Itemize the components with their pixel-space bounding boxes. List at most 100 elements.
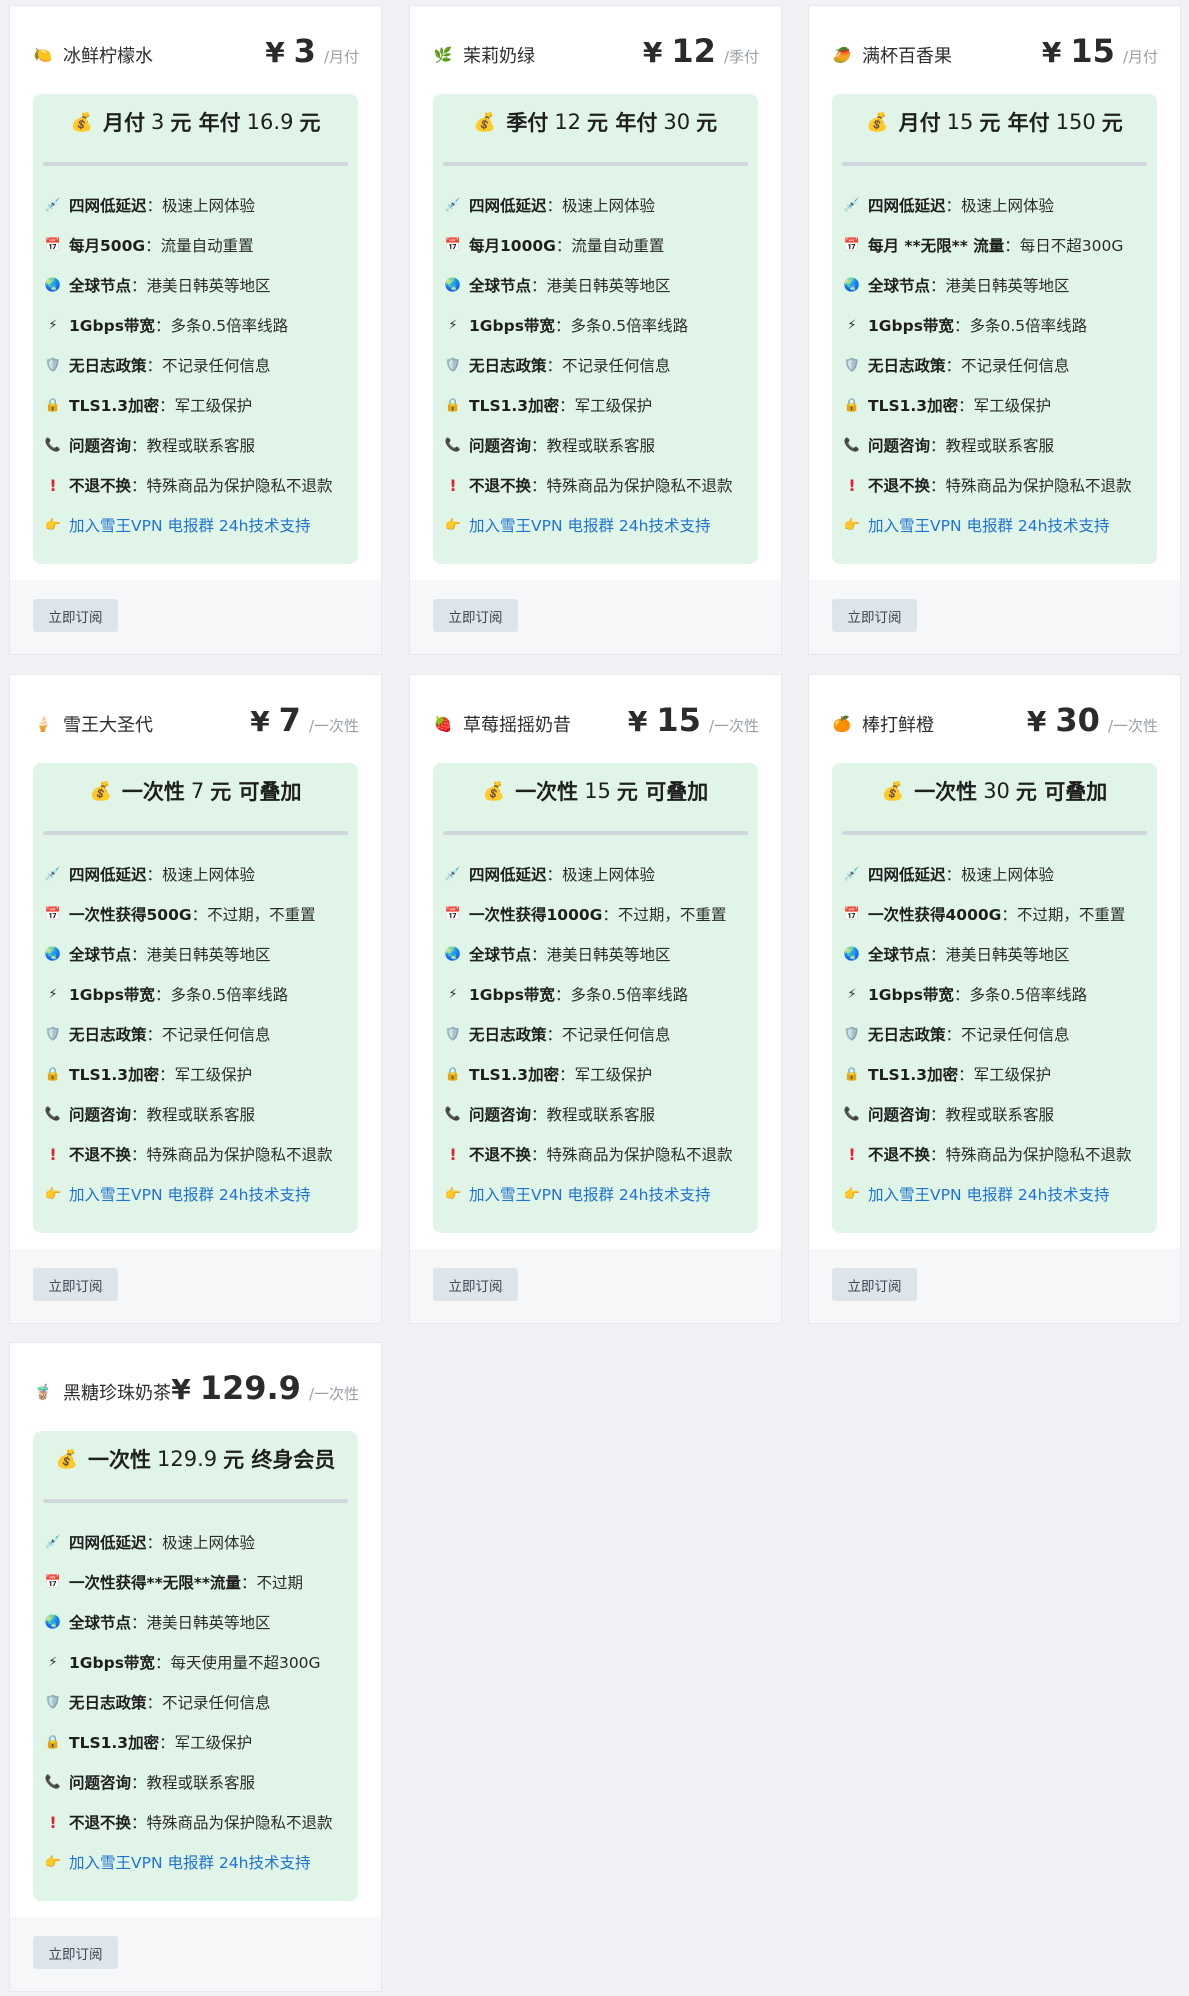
- feature-label: TLS1.3加密: [69, 397, 160, 415]
- feature-separator: ：: [945, 1026, 962, 1044]
- feature-text: 不过期，不重置: [207, 906, 316, 924]
- money-bag-icon: 💰: [89, 780, 112, 802]
- plan-footer: 立即订阅: [809, 580, 1180, 654]
- telegram-link-item[interactable]: 👉 加入雪王VPN 电报群 24h技术支持: [443, 1174, 758, 1214]
- subscribe-button[interactable]: 立即订阅: [33, 599, 118, 632]
- summary-amount: 129.9: [156, 1447, 218, 1471]
- feature-item: 📅 每月 **无限** 流量：每日不超300G: [842, 225, 1157, 265]
- telegram-link-item[interactable]: 👉 加入雪王VPN 电报群 24h技术支持: [43, 1842, 358, 1882]
- price-amount: 15: [656, 701, 701, 739]
- feature-separator: ：: [945, 357, 962, 375]
- lock-icon: 🔒: [44, 1734, 62, 1750]
- feature-label: 全球节点: [469, 946, 532, 964]
- feature-separator: ：: [930, 477, 946, 495]
- feature-text: 港美日韩英等地区: [546, 277, 671, 295]
- telegram-link-item[interactable]: 👉 加入雪王VPN 电报群 24h技术支持: [443, 505, 758, 545]
- feature-item: 📅 每月1000G：流量自动重置: [443, 225, 758, 265]
- price-period: /一次性: [708, 717, 759, 735]
- subscribe-button[interactable]: 立即订阅: [832, 599, 917, 632]
- subscribe-button[interactable]: 立即订阅: [433, 1268, 518, 1301]
- subscribe-button[interactable]: 立即订阅: [433, 599, 518, 632]
- money-bag-icon: 💰: [881, 780, 905, 802]
- telegram-link-item[interactable]: 👉 加入雪王VPN 电报群 24h技术支持: [842, 505, 1157, 545]
- subscribe-button[interactable]: 立即订阅: [832, 1268, 917, 1301]
- feature-label: 每月 **无限** 流量: [868, 237, 1005, 255]
- plan-name: 🍋 冰鲜柠檬水: [33, 42, 153, 68]
- feature-separator: ：: [930, 437, 946, 455]
- globe-icon: 🌏: [444, 277, 462, 293]
- pointing-hand-icon: 👉: [444, 517, 462, 533]
- plan-card: 🍋 冰鲜柠檬水 ¥3/月付 💰 月付 3 元 年付 16.9 元 💉 四网低延迟：极速上网体验 📅 每月…: [9, 5, 382, 655]
- feature-text: 教程或联系客服: [945, 437, 1055, 455]
- feature-label: 四网低延迟: [69, 866, 147, 884]
- calendar-icon: 📅: [444, 906, 462, 922]
- price-currency: ¥: [171, 1373, 191, 1406]
- feature-text: 每天使用量不超300G: [170, 1654, 321, 1672]
- feature-item: 📅 一次性获得1000G：不过期，不重置: [443, 894, 758, 934]
- feature-text: 每日不超300G: [1019, 237, 1124, 255]
- feature-label: 问题咨询: [868, 437, 931, 455]
- feature-text: 教程或联系客服: [945, 1106, 1055, 1124]
- feature-label: 1Gbps带宽: [868, 986, 954, 1004]
- price-currency: ¥: [250, 705, 270, 738]
- telegram-group-link[interactable]: 加入雪王VPN 电报群 24h技术支持: [69, 1183, 310, 1205]
- exclamation-icon: !: [449, 475, 457, 495]
- feature-label: 问题咨询: [69, 437, 132, 455]
- telegram-link-item[interactable]: 👉 加入雪王VPN 电报群 24h技术支持: [43, 1174, 358, 1214]
- feature-label: 无日志政策: [868, 1026, 946, 1044]
- feature-item: 📞 问题咨询：教程或联系客服: [443, 1094, 758, 1134]
- feature-item: ⚡ 1Gbps带宽：多条0.5倍率线路: [842, 305, 1157, 345]
- feature-separator: ：: [930, 946, 946, 964]
- plan-footer: 立即订阅: [10, 580, 381, 654]
- feature-separator: ：: [154, 986, 171, 1004]
- feature-item: 🔒 TLS1.3加密：军工级保护: [842, 385, 1157, 425]
- feature-item: 🔒 TLS1.3加密：军工级保护: [443, 1054, 758, 1094]
- summary-middle: 元 可叠加: [210, 780, 302, 804]
- feature-separator: ：: [554, 986, 571, 1004]
- feature-text: 港美日韩英等地区: [146, 946, 271, 964]
- telegram-group-link[interactable]: 加入雪王VPN 电报群 24h技术支持: [69, 514, 310, 536]
- feature-label: 1Gbps带宽: [469, 986, 555, 1004]
- feature-text: 特殊商品为保护隐私不退款: [945, 477, 1132, 495]
- plan-title: 棒打鲜橙: [862, 715, 934, 736]
- feature-separator: ：: [146, 1534, 163, 1552]
- feature-label: 不退不换: [69, 1814, 132, 1832]
- exclamation-icon: !: [49, 475, 57, 495]
- telegram-link-item[interactable]: 👉 加入雪王VPN 电报群 24h技术支持: [43, 505, 358, 545]
- telegram-group-link[interactable]: 加入雪王VPN 电报群 24h技术支持: [469, 514, 710, 536]
- feature-item: 🌏 全球节点：港美日韩英等地区: [43, 265, 358, 305]
- plan-card: 🍊 棒打鲜橙 ¥30/一次性 💰 一次性 30 元 可叠加 💉 四网低延迟：极速上网体验 📅 一次性…: [808, 674, 1181, 1324]
- feature-item: 🛡️ 无日志政策：不记录任何信息: [443, 345, 758, 385]
- feature-separator: ：: [131, 1106, 147, 1124]
- plan-price: ¥129.9/一次性: [171, 1369, 359, 1407]
- feature-item: 📅 一次性获得**无限**流量：不过期: [43, 1562, 358, 1602]
- feature-item: 📅 每月500G：流量自动重置: [43, 225, 358, 265]
- plan-header: 🍋 冰鲜柠檬水 ¥3/月付: [10, 6, 381, 88]
- globe-icon: 🌏: [44, 277, 62, 293]
- telegram-group-link[interactable]: 加入雪王VPN 电报群 24h技术支持: [469, 1183, 710, 1205]
- feature-text: 极速上网体验: [961, 197, 1055, 215]
- feature-separator: ：: [131, 437, 147, 455]
- feature-label: 每月500G: [69, 237, 146, 255]
- feature-item: 🛡️ 无日志政策：不记录任何信息: [43, 345, 358, 385]
- feature-label: TLS1.3加密: [469, 397, 560, 415]
- telegram-group-link[interactable]: 加入雪王VPN 电报群 24h技术支持: [69, 1851, 310, 1873]
- subscribe-button[interactable]: 立即订阅: [33, 1268, 118, 1301]
- summary-middle: 元 年付: [979, 111, 1050, 135]
- summary-amount: 15: [584, 779, 611, 803]
- plan-title: 冰鲜柠檬水: [63, 46, 153, 67]
- subscribe-button[interactable]: 立即订阅: [33, 1936, 118, 1969]
- orange-icon: 🍊: [832, 715, 852, 733]
- summary-amount-annual: 150: [1055, 110, 1096, 134]
- feature-separator: ：: [945, 866, 962, 884]
- feature-separator: ：: [131, 477, 147, 495]
- telegram-group-link[interactable]: 加入雪王VPN 电报群 24h技术支持: [868, 514, 1109, 536]
- telegram-link-item[interactable]: 👉 加入雪王VPN 电报群 24h技术支持: [842, 1174, 1157, 1214]
- telegram-group-link[interactable]: 加入雪王VPN 电报群 24h技术支持: [868, 1183, 1109, 1205]
- syringe-icon: 💉: [843, 866, 861, 882]
- feature-item: 🔒 TLS1.3加密：军工级保护: [43, 1054, 358, 1094]
- feature-label: 一次性获得4000G: [868, 906, 1002, 924]
- syringe-icon: 💉: [444, 197, 462, 213]
- globe-icon: 🌏: [843, 946, 861, 962]
- feature-text: 特殊商品为保护隐私不退款: [146, 1146, 333, 1164]
